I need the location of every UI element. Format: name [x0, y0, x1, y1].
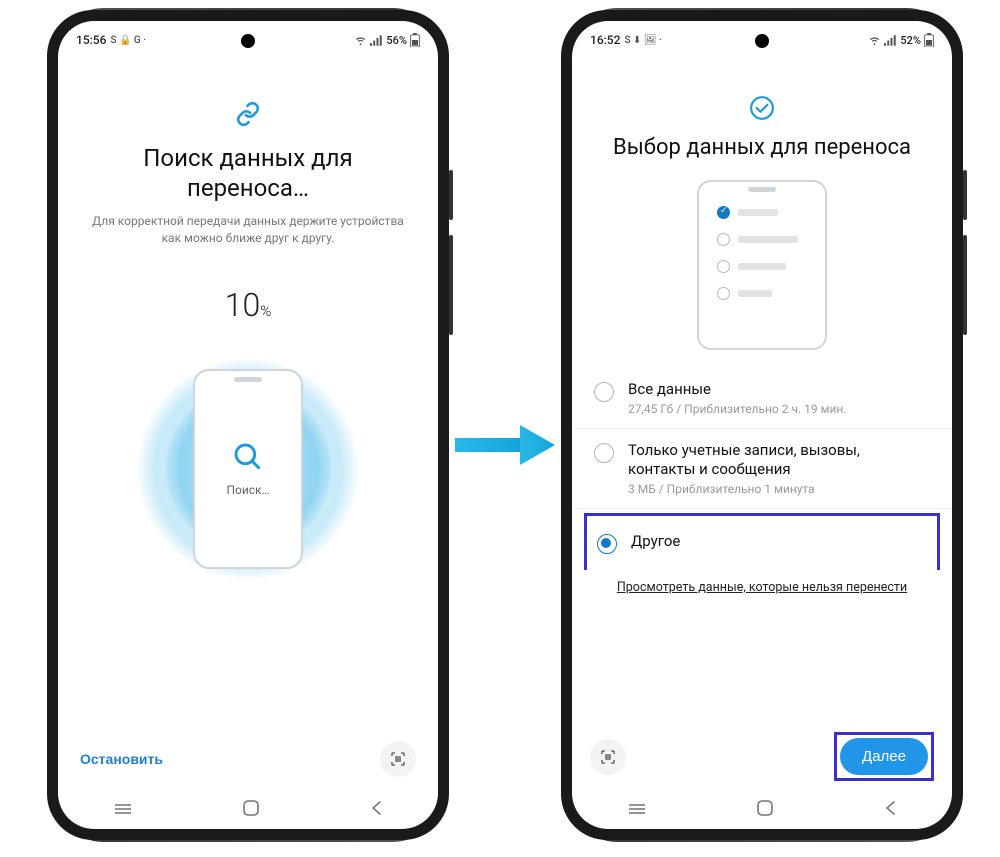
link-icon	[235, 101, 261, 131]
status-time: 16:52	[590, 33, 620, 47]
side-button	[963, 235, 967, 335]
home-button[interactable]	[756, 799, 774, 821]
option-title: Только учетные записи, вызовы, контакты …	[628, 441, 930, 480]
illus-row	[717, 287, 807, 300]
page-title: Выбор данных для переноса	[572, 135, 952, 160]
option-subtitle: 3 МБ / Приблизительно 1 минута	[628, 482, 930, 496]
battery-percent: 56%	[386, 34, 407, 47]
signal-icon	[370, 35, 383, 46]
search-visual: Поиск…	[148, 354, 348, 584]
status-indicators: S ⬇ 🖼 ·	[624, 35, 661, 46]
checklist-illustration	[697, 180, 827, 350]
illus-row	[717, 260, 807, 273]
options-list: Все данные 27,45 Гб / Приблизительно 2 ч…	[572, 368, 952, 570]
radio-icon	[594, 382, 614, 402]
back-button[interactable]	[883, 799, 897, 821]
highlight-next: Далее	[834, 732, 934, 781]
option-accounts-only[interactable]: Только учетные записи, вызовы, контакты …	[572, 429, 952, 509]
phone-mockup-right: 16:52 S ⬇ 🖼 · 52% Выбор данных для перен…	[561, 10, 963, 840]
android-nav	[572, 789, 952, 829]
main-content-left: Поиск данных для переноса… Для корректно…	[58, 53, 438, 729]
next-button[interactable]: Далее	[840, 738, 928, 775]
check-circle-icon	[749, 95, 775, 125]
scan-button[interactable]	[380, 741, 416, 777]
wifi-icon	[868, 35, 881, 46]
illus-row	[717, 233, 807, 246]
progress-value: 10	[225, 286, 261, 324]
radio-icon	[594, 443, 614, 463]
scan-icon	[389, 750, 407, 768]
bottom-bar-left: Остановить	[58, 729, 438, 789]
battery-icon	[410, 33, 420, 47]
wifi-icon	[354, 35, 367, 46]
main-content-right: Выбор данных для переноса Все данные 27,…	[572, 53, 952, 789]
battery-percent: 52%	[900, 34, 921, 47]
option-title: Все данные	[628, 380, 930, 400]
bottom-bar-right: Далее	[572, 722, 952, 789]
side-button	[449, 235, 453, 335]
stop-button[interactable]: Остановить	[80, 751, 163, 767]
page-title: Поиск данных для переноса…	[84, 143, 412, 203]
progress-unit: %	[260, 302, 271, 320]
side-button	[963, 170, 967, 220]
status-indicators: S 🔒 G ·	[110, 35, 146, 46]
scan-icon	[599, 748, 617, 766]
camera-cutout	[241, 34, 255, 48]
recent-apps-button[interactable]	[113, 800, 133, 819]
side-button	[449, 170, 453, 220]
phone-illustration: Поиск…	[193, 369, 303, 569]
option-other[interactable]: Другое	[584, 513, 940, 570]
arrow-icon	[455, 420, 555, 470]
radio-icon	[597, 534, 617, 554]
option-subtitle: 27,45 Гб / Приблизительно 2 ч. 19 мин.	[628, 402, 930, 416]
notch-icon	[748, 187, 776, 192]
home-button[interactable]	[242, 799, 260, 821]
android-nav	[58, 789, 438, 829]
signal-icon	[884, 35, 897, 46]
view-unsupported-link[interactable]: Просмотреть данные, которые нельзя перен…	[572, 580, 952, 595]
recent-apps-button[interactable]	[627, 800, 647, 819]
camera-cutout	[755, 34, 769, 48]
screen-left: 15:56 S 🔒 G · 56% Поиск данных для перен…	[58, 21, 438, 829]
phone-mockup-left: 15:56 S 🔒 G · 56% Поиск данных для перен…	[47, 10, 449, 840]
scan-button[interactable]	[590, 739, 626, 775]
screen-right: 16:52 S ⬇ 🖼 · 52% Выбор данных для перен…	[572, 21, 952, 829]
option-all-data[interactable]: Все данные 27,45 Гб / Приблизительно 2 ч…	[572, 368, 952, 429]
status-time: 15:56	[76, 33, 106, 47]
search-icon	[232, 441, 264, 473]
page-subtitle: Для корректной передачи данных держите у…	[84, 213, 412, 248]
notch-icon	[234, 377, 262, 382]
option-title: Другое	[631, 532, 927, 552]
back-button[interactable]	[369, 799, 383, 821]
search-label: Поиск…	[226, 483, 269, 497]
battery-icon	[924, 33, 934, 47]
illus-row	[717, 206, 807, 219]
progress-percent: 10%	[225, 286, 272, 324]
